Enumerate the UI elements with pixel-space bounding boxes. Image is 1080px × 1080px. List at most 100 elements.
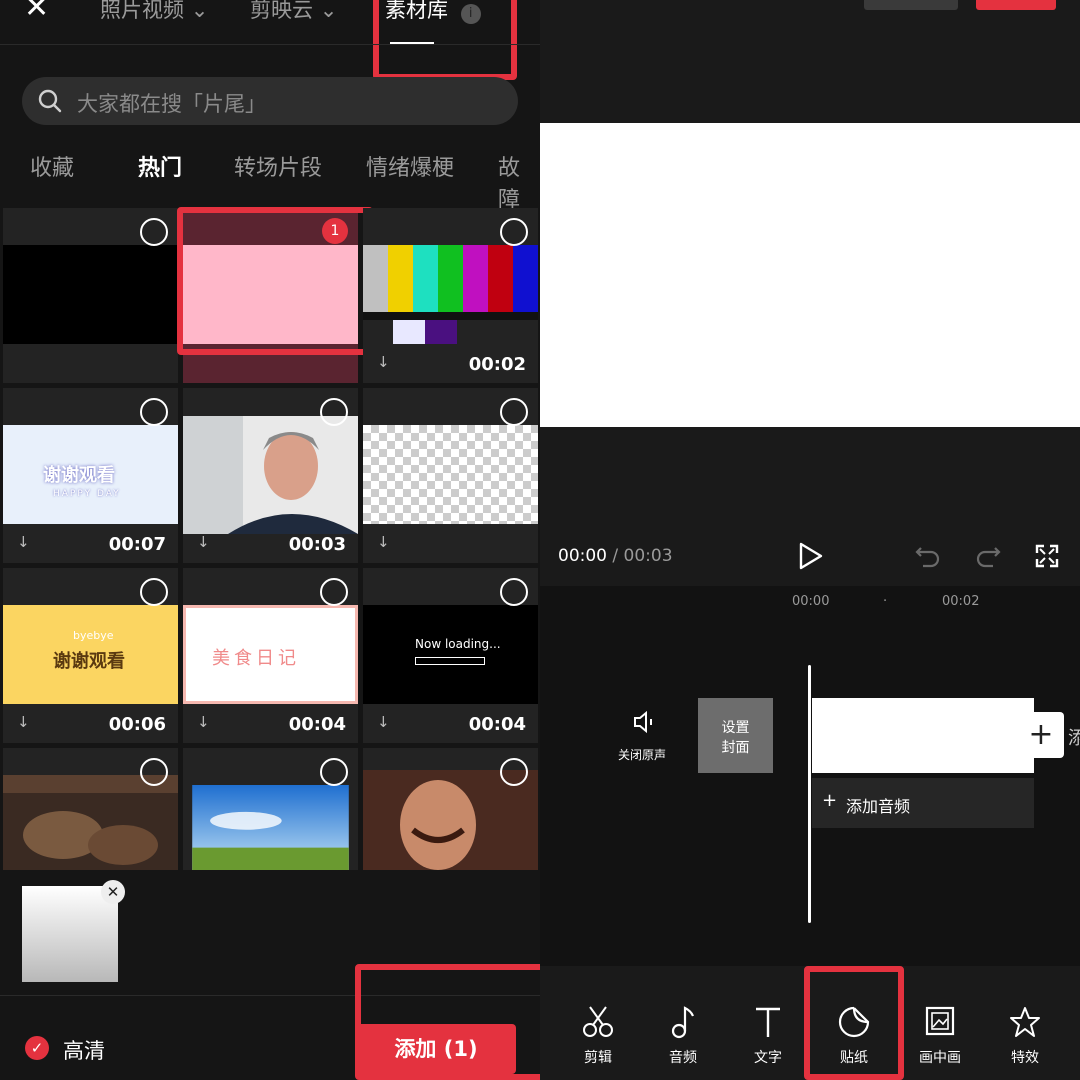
thumbnail-title: 谢谢观看 bbox=[53, 651, 125, 672]
toolbar-label: 特效 bbox=[1011, 1050, 1039, 1066]
select-circle[interactable] bbox=[140, 578, 168, 606]
playhead[interactable] bbox=[808, 665, 811, 923]
download-icon[interactable]: ↓ bbox=[17, 713, 30, 731]
select-circle[interactable] bbox=[320, 758, 348, 786]
speaker-icon[interactable] bbox=[632, 710, 658, 734]
thumbnail-title: 美食日记 bbox=[212, 648, 300, 669]
close-button[interactable]: ✕ bbox=[24, 0, 54, 25]
chevron-down-icon: ⌄ bbox=[190, 0, 209, 22]
grid-item-man-meme[interactable]: ↓ 00:03 bbox=[183, 388, 358, 563]
thumbnail-title: Now loading... bbox=[415, 637, 501, 651]
highlight-selected-clip bbox=[177, 207, 373, 355]
hd-checkbox[interactable]: ✓ bbox=[25, 1036, 49, 1060]
search-icon bbox=[38, 89, 62, 113]
remove-selected-button[interactable]: ✕ bbox=[101, 880, 125, 904]
grid-item-laughing-man[interactable] bbox=[363, 748, 538, 870]
fullscreen-icon[interactable] bbox=[1035, 544, 1059, 568]
select-circle[interactable] bbox=[500, 218, 528, 246]
category-transition-clips[interactable]: 转场片段 bbox=[234, 150, 322, 182]
search-input[interactable]: 大家都在搜「片尾」 bbox=[77, 88, 266, 118]
select-circle[interactable] bbox=[320, 398, 348, 426]
category-glitch[interactable]: 故障 bbox=[498, 150, 540, 214]
select-circle[interactable] bbox=[500, 398, 528, 426]
duration-label: 00:03 bbox=[288, 534, 346, 555]
download-icon[interactable]: ↓ bbox=[377, 713, 390, 731]
toolbar-text-button[interactable]: 文字 bbox=[738, 1005, 798, 1067]
current-time: 00:00 bbox=[558, 546, 607, 566]
play-icon[interactable] bbox=[798, 542, 824, 570]
undo-icon[interactable] bbox=[915, 543, 941, 569]
grid-item-byebye-thanks[interactable]: byebye 谢谢观看 ↓ 00:06 bbox=[3, 568, 178, 743]
preview-canvas bbox=[540, 123, 1080, 427]
export-settings-button[interactable] bbox=[864, 0, 958, 10]
media-picker-panel: ✕ 照片视频 ⌄ 剪映云 ⌄ 素材库 i 大家都在搜「片尾」 收藏 热门 转场片… bbox=[0, 0, 540, 1080]
select-circle[interactable] bbox=[500, 758, 528, 786]
category-emotion-memes[interactable]: 情绪爆梗 bbox=[366, 150, 454, 182]
highlight-library-tab bbox=[373, 0, 517, 80]
grid-item-black[interactable] bbox=[3, 208, 178, 383]
tab-label: 剪映云 bbox=[250, 0, 313, 22]
toolbar-label: 剪辑 bbox=[584, 1050, 612, 1066]
download-icon[interactable]: ↓ bbox=[377, 533, 390, 551]
scissors-icon bbox=[583, 1006, 613, 1037]
thumbnail: 谢谢观看 HAPPY DAY bbox=[3, 425, 178, 524]
select-circle[interactable] bbox=[320, 578, 348, 606]
duration-label: 00:04 bbox=[288, 714, 346, 735]
category-hot[interactable]: 热门 bbox=[138, 150, 182, 182]
grid-item-transparent[interactable]: ↓ bbox=[363, 388, 538, 563]
tab-photos-videos[interactable]: 照片视频 ⌄ bbox=[100, 0, 208, 24]
export-button[interactable] bbox=[976, 0, 1056, 10]
select-circle[interactable] bbox=[140, 398, 168, 426]
mute-original-audio-label[interactable]: 关闭原声 bbox=[618, 746, 666, 763]
grid-item-color-bars[interactable]: ↓ 00:02 bbox=[363, 208, 538, 383]
download-icon[interactable]: ↓ bbox=[197, 713, 210, 731]
header-divider bbox=[0, 44, 540, 45]
duration-label: 00:02 bbox=[468, 354, 526, 375]
hd-label: 高清 bbox=[63, 1039, 105, 1063]
tab-label: 照片视频 bbox=[100, 0, 184, 22]
category-favorites[interactable]: 收藏 bbox=[30, 150, 74, 182]
thumbnail: Now loading... bbox=[363, 605, 538, 704]
search-bar[interactable]: 大家都在搜「片尾」 bbox=[22, 77, 518, 125]
select-circle[interactable] bbox=[500, 578, 528, 606]
loading-bar bbox=[415, 657, 485, 665]
thumbnail-title: 谢谢观看 bbox=[43, 465, 115, 486]
grid-item-sky-field[interactable] bbox=[183, 748, 358, 870]
download-icon[interactable]: ↓ bbox=[17, 533, 30, 551]
toolbar-label: 音频 bbox=[669, 1050, 697, 1066]
select-circle[interactable] bbox=[140, 758, 168, 786]
thumbnail bbox=[363, 425, 538, 524]
tab-cloud[interactable]: 剪映云 ⌄ bbox=[250, 0, 337, 24]
add-clip-button[interactable]: + bbox=[1018, 712, 1064, 758]
editor-panel: 00:00 / 00:03 00:00 · 00:02 关闭原声 设置 封面 +… bbox=[540, 0, 1080, 1080]
time-separator: / bbox=[607, 546, 624, 566]
highlight-sticker-button bbox=[804, 966, 904, 1080]
grid-item-thanks-happy-day[interactable]: 谢谢观看 HAPPY DAY ↓ 00:07 bbox=[3, 388, 178, 563]
add-audio-label: 添加音频 bbox=[846, 797, 911, 816]
grid-item-food-diary[interactable]: 美食日记 ↓ 00:04 bbox=[183, 568, 358, 743]
toolbar-effects-button[interactable]: 特效 bbox=[995, 1005, 1055, 1067]
grid-item-now-loading[interactable]: Now loading... ↓ 00:04 bbox=[363, 568, 538, 743]
redo-icon[interactable] bbox=[975, 543, 1001, 569]
toolbar-edit-button[interactable]: 剪辑 bbox=[568, 1005, 628, 1067]
text-icon bbox=[756, 1007, 780, 1037]
toolbar-pip-button[interactable]: 画中画 bbox=[910, 1005, 970, 1067]
select-circle[interactable] bbox=[140, 218, 168, 246]
set-cover-label-line2: 封面 bbox=[721, 740, 750, 756]
total-time: 00:03 bbox=[623, 546, 673, 566]
set-cover-button[interactable]: 设置 封面 bbox=[698, 698, 773, 773]
thumbnail: byebye 谢谢观看 bbox=[3, 605, 178, 704]
duration-label: 00:04 bbox=[468, 714, 526, 735]
thumbnail bbox=[3, 775, 178, 870]
grid-item-ducks[interactable] bbox=[3, 748, 178, 870]
thumbnail bbox=[3, 245, 178, 344]
video-clip-track[interactable] bbox=[812, 698, 1034, 773]
thumbnail bbox=[363, 245, 538, 344]
download-icon[interactable]: ↓ bbox=[377, 353, 390, 371]
music-note-icon bbox=[671, 1006, 695, 1039]
add-audio-track[interactable]: + 添加音频 bbox=[812, 778, 1034, 828]
toolbar-label: 画中画 bbox=[919, 1050, 961, 1066]
toolbar-audio-button[interactable]: 音频 bbox=[653, 1005, 713, 1067]
thumbnail: 美食日记 bbox=[183, 605, 358, 704]
download-icon[interactable]: ↓ bbox=[197, 533, 210, 551]
